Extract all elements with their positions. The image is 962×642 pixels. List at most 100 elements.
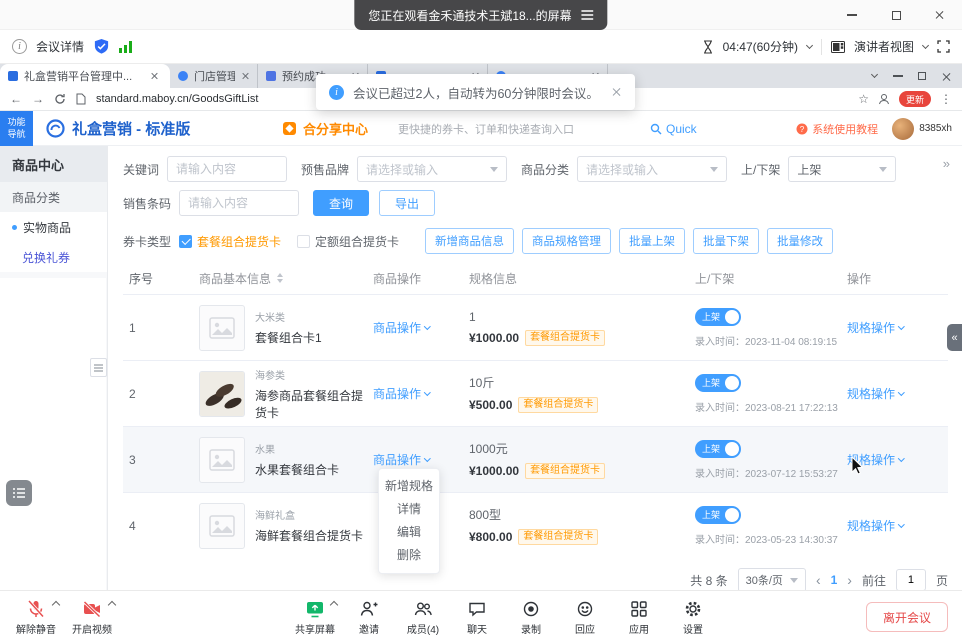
shelf-select[interactable]: 上架 [788,156,896,182]
share-screen-button[interactable]: 共享屏幕 [288,591,342,642]
next-page-icon[interactable]: › [847,572,852,588]
sidebar-item-physical-goods[interactable]: 实物商品 [0,212,107,242]
minimize-button[interactable] [830,0,874,30]
browser-menu-icon[interactable]: ⋮ [940,92,952,106]
add-product-button[interactable]: 新增商品信息 [425,228,514,254]
floating-list-widget[interactable] [6,480,32,506]
card-type-option-2[interactable]: 定额组合提货卡 [315,233,399,250]
spec-operation-dropdown[interactable]: 规格操作 [847,319,904,336]
maximize-button[interactable] [874,0,918,30]
keyword-input[interactable] [167,156,287,182]
page-size-select[interactable]: 30条/页 [738,568,806,590]
start-video-button[interactable]: 开启视频 [64,591,120,642]
quick-link[interactable]: Quick [650,111,697,146]
forward-icon[interactable]: → [32,92,44,106]
product-operation-dropdown[interactable]: 商品操作 [373,451,430,468]
menu-item-delete[interactable]: 删除 [379,544,439,567]
user-menu[interactable]: 8385xh [892,118,952,140]
menu-item-add-spec[interactable]: 新增规格 [379,475,439,498]
tab-search-button[interactable] [862,75,886,77]
tab-close-icon[interactable] [241,72,249,80]
browser-minimize-button[interactable] [886,75,910,76]
apps-button[interactable]: 应用 [612,591,666,642]
spec-manage-button[interactable]: 商品规格管理 [522,228,611,254]
url-text[interactable]: standard.maboy.cn/GoodsGiftList [96,93,258,105]
table-row[interactable]: 1 大米类 套餐组合卡1 商品操作 1 ¥1000.00 套餐组合提货卡 [123,294,948,360]
menu-item-details[interactable]: 详情 [379,498,439,521]
browser-close-button[interactable] [934,72,958,81]
chat-button[interactable]: 聊天 [450,591,504,642]
update-badge[interactable]: 更新 [899,91,931,107]
fullscreen-icon[interactable] [937,40,950,53]
meeting-timer[interactable]: 04:47(60分钟) [723,38,798,55]
batch-off-shelf-button[interactable]: 批量下架 [693,228,759,254]
batch-edit-button[interactable]: 批量修改 [767,228,833,254]
collapse-panel-icon[interactable]: » [943,156,950,171]
toast-close-icon[interactable] [612,87,622,97]
chevron-down-icon [879,167,887,172]
batch-on-shelf-button[interactable]: 批量上架 [619,228,685,254]
chevron-up-icon[interactable] [108,601,116,609]
prev-page-icon[interactable]: ‹ [816,572,821,588]
card-type-checkbox-checked[interactable] [179,235,192,248]
table-row[interactable]: 4 海鲜礼盒 海鲜套餐组合提货卡 800型 ¥800.00 套餐组合提货卡 [123,492,948,558]
invite-button[interactable]: 邀请 [342,591,396,642]
table-row[interactable]: 2 海参类 海参商品套餐组合提货卡 商品操作 10斤 ¥500.00 套餐组合 [123,360,948,426]
share-center-link[interactable]: 合分享中心 [282,111,368,146]
profile-icon[interactable] [878,93,890,105]
meeting-toast: i 会议已超过2人，自动转为60分钟限时会议。 [316,74,635,110]
signal-bars-icon[interactable] [119,41,132,53]
refresh-icon[interactable] [54,93,66,105]
unmute-button[interactable]: 解除静音 [8,591,64,642]
shield-check-icon[interactable] [93,38,110,55]
chevron-up-icon[interactable] [52,601,60,609]
function-nav-toggle[interactable]: 功能 导航 [0,111,33,146]
sidebar-collapse-handle[interactable] [90,358,107,377]
shelf-toggle[interactable]: 上架 [695,374,741,392]
search-button[interactable]: 查询 [313,190,369,216]
shelf-toggle[interactable]: 上架 [695,440,741,458]
sort-icon[interactable] [277,273,283,283]
react-button[interactable]: 回应 [558,591,612,642]
hamburger-icon[interactable] [582,10,594,20]
tab-close-icon[interactable] [150,72,158,80]
barcode-input[interactable] [179,190,299,216]
view-mode-chevron-down-icon[interactable] [922,41,929,48]
sidebar-item-gift-voucher[interactable]: 兑换礼券 [0,242,107,272]
watch-banner[interactable]: 您正在观看金禾通技术王斌18...的屏幕 [354,0,607,30]
browser-tab-active[interactable]: 礼盒营销平台管理中... [0,64,170,88]
goto-page-input[interactable] [896,569,926,590]
chevron-up-icon[interactable] [330,601,338,609]
sidebar-section-product-center[interactable]: 商品中心 [0,146,107,182]
spec-operation-dropdown[interactable]: 规格操作 [847,385,904,402]
shelf-toggle[interactable]: 上架 [695,308,741,326]
card-type-checkbox-unchecked[interactable] [297,235,310,248]
export-button[interactable]: 导出 [379,190,435,216]
tutorial-link[interactable]: ? 系统使用教程 [796,121,878,137]
shelf-toggle[interactable]: 上架 [695,506,741,524]
browser-maximize-button[interactable] [910,72,934,80]
panel-collapse-tab[interactable]: « [947,324,962,351]
settings-button[interactable]: 设置 [666,591,720,642]
meeting-details-link[interactable]: 会议详情 [36,38,84,55]
bookmark-star-icon[interactable]: ☆ [858,92,869,106]
back-icon[interactable]: ← [10,92,22,106]
leave-meeting-button[interactable]: 离开会议 [866,602,948,632]
record-button[interactable]: 录制 [504,591,558,642]
members-button[interactable]: 成员(4) [396,591,450,642]
spec-operation-dropdown[interactable]: 规格操作 [847,517,904,534]
timer-chevron-down-icon[interactable] [806,41,813,48]
table-row[interactable]: 3 水果 水果套餐组合卡 商品操作 1000元 ¥1000.00 套餐组合提货 [123,426,948,492]
sidebar-item-product-category[interactable]: 商品分类 [0,182,107,212]
card-type-option-1[interactable]: 套餐组合提货卡 [197,233,281,250]
category-select[interactable]: 请选择或输入 [577,156,727,182]
menu-item-edit[interactable]: 编辑 [379,521,439,544]
chevron-down-icon [870,71,877,78]
brand-select[interactable]: 请选择或输入 [357,156,507,182]
close-button[interactable] [918,0,962,30]
browser-tab[interactable]: 门店管理中心 [170,64,258,88]
product-operation-dropdown[interactable]: 商品操作 [373,385,430,402]
view-mode-select[interactable]: 演讲者视图 [854,38,914,55]
product-operation-dropdown[interactable]: 商品操作 [373,319,430,336]
current-page[interactable]: 1 [831,573,838,587]
